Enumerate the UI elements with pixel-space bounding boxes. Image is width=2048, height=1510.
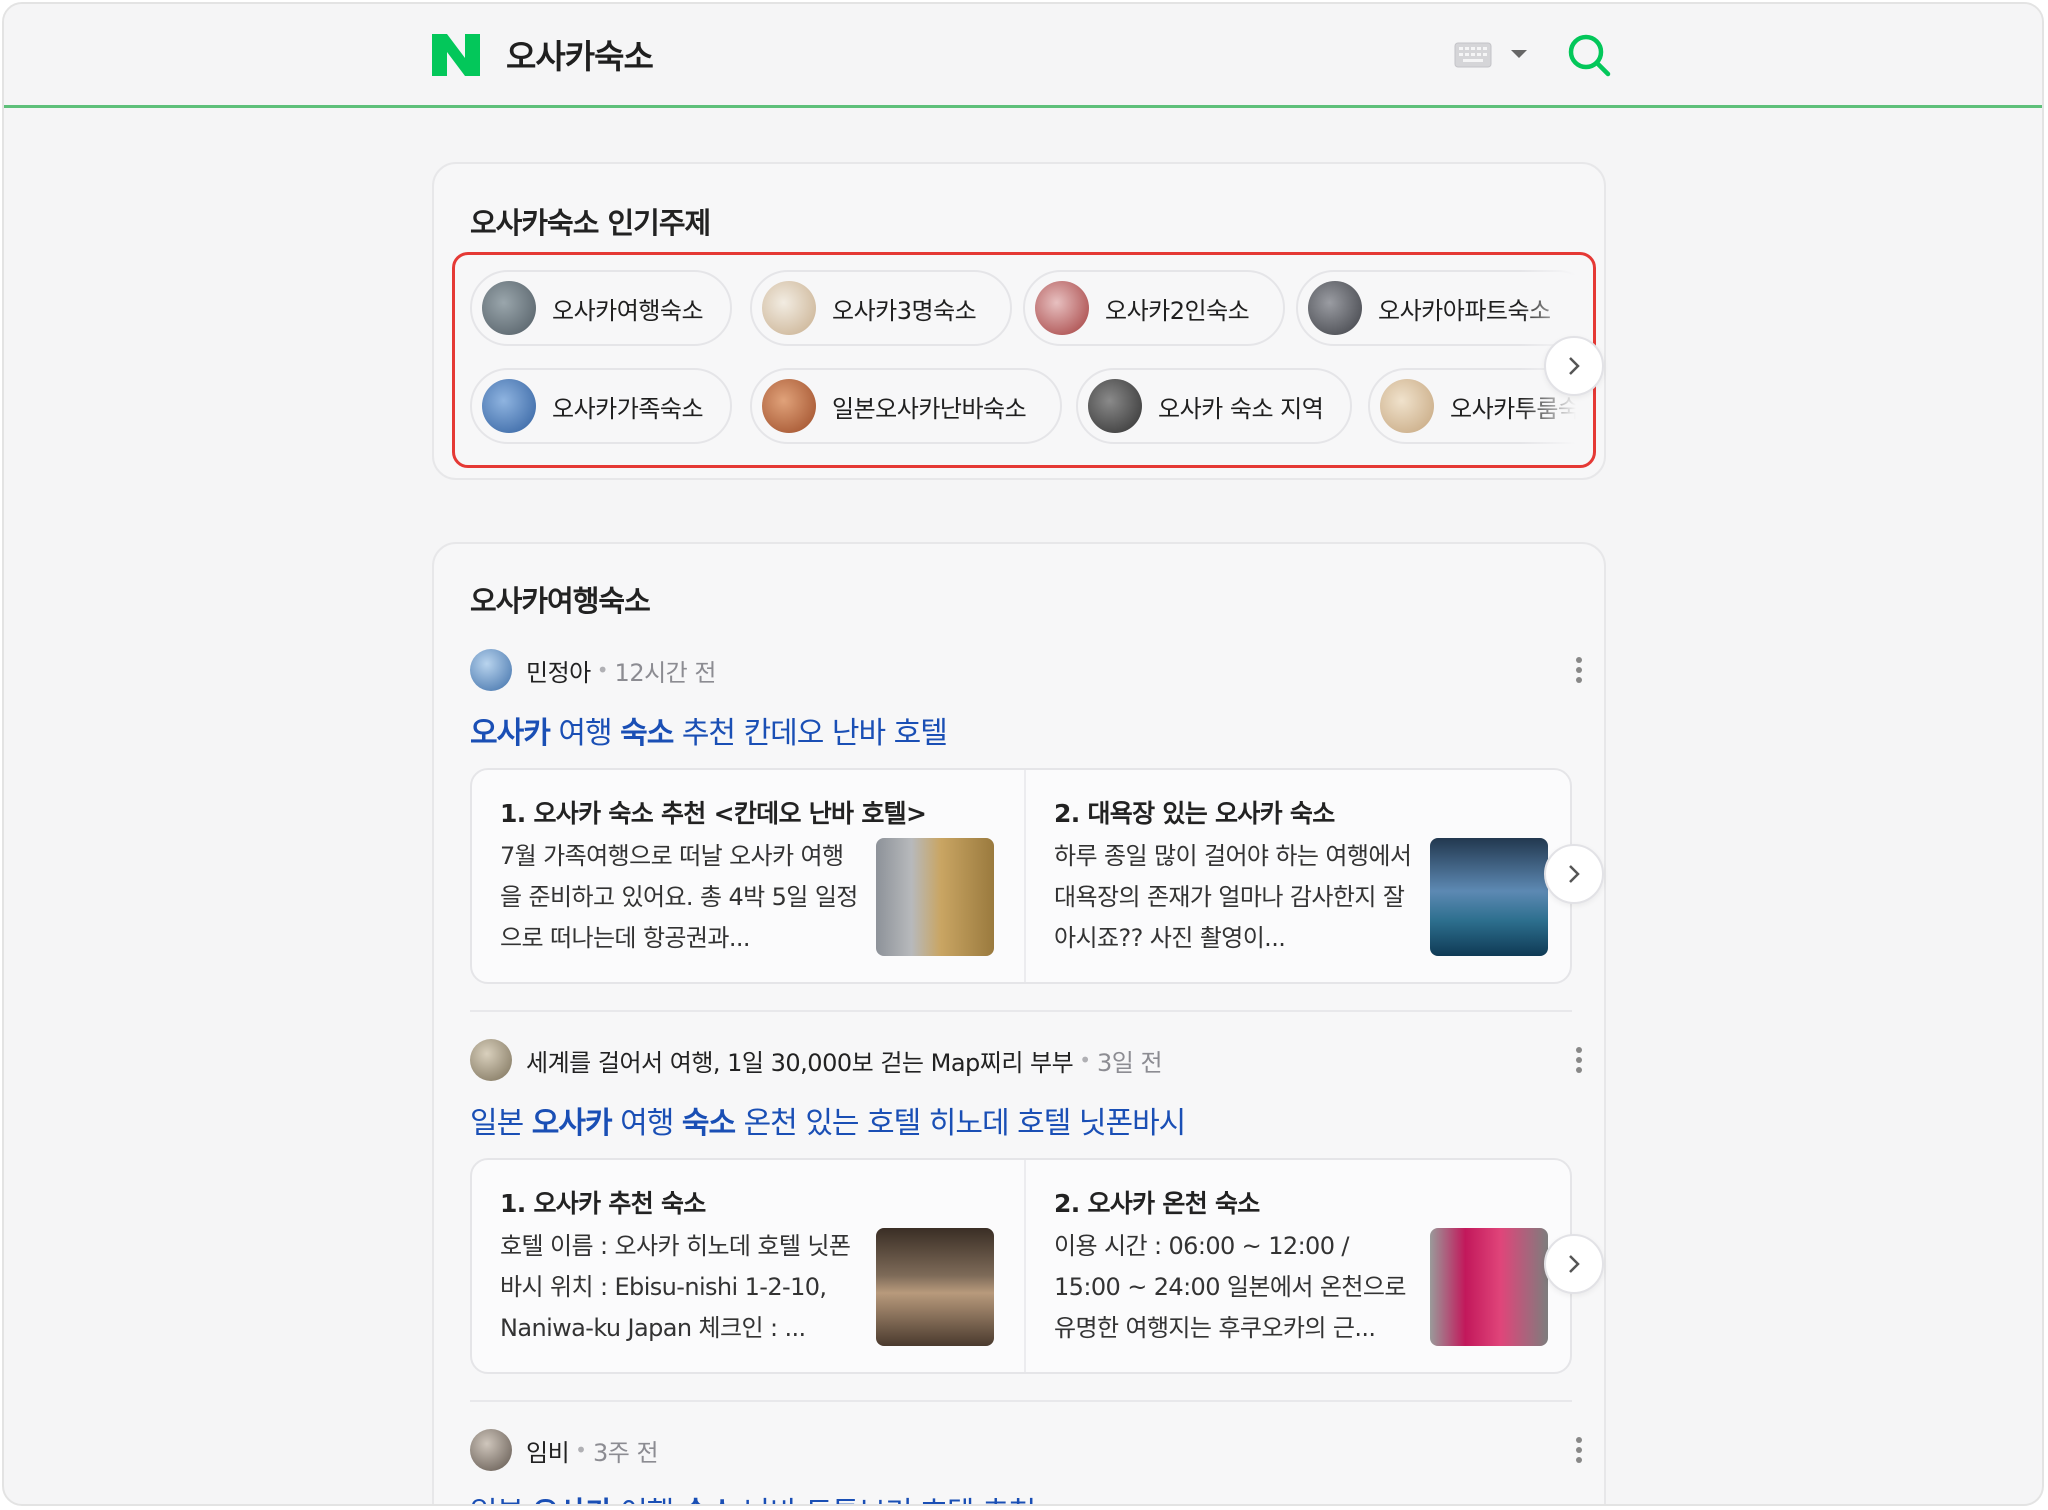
preview-item[interactable]: 2. 오사카 온천 숙소 이용 시간 : 06:00 ~ 12:00 / 15:…	[1024, 1160, 1570, 1372]
topic-chip[interactable]: 오사카가족숙소	[470, 368, 732, 444]
preview-thumbnail	[876, 1228, 994, 1346]
post-title-link[interactable]: 일본 오사카 여행 숙소 난바 도톤보리 호텔 추천	[470, 1488, 1037, 1504]
topic-thumbnail	[1380, 379, 1434, 433]
topic-chip[interactable]: 오사카여행숙소	[470, 270, 732, 346]
title-keyword: 오사카	[532, 1496, 613, 1504]
topic-row-1: 오사카여행숙소 오사카3명숙소 오사카2인숙소 오사카아파트숙소	[470, 270, 1590, 346]
title-keyword: 숙소	[682, 1496, 736, 1504]
post-author-row: 임비 • 3주 전	[470, 1428, 1582, 1472]
naver-logo[interactable]	[432, 34, 480, 76]
topic-label: 일본오사카난바숙소	[832, 394, 1027, 423]
post-preview-carousel: 1. 오사카 숙소 추천 <칸데오 난바 호텔> 7월 가족여행으로 떠날 오사…	[470, 768, 1572, 984]
popular-topics-card: 오사카숙소 인기주제 오사카여행숙소 오사카3명숙소 오사카2인숙소 오사카아파…	[432, 162, 1606, 480]
chevron-right-icon	[1569, 357, 1580, 375]
title-keyword: 숙소	[620, 716, 674, 751]
author-avatar[interactable]	[470, 1039, 512, 1081]
row-fade	[1520, 270, 1590, 346]
search-icon[interactable]	[1566, 32, 1612, 78]
post-preview-carousel: 1. 오사카 추천 숙소 호텔 이름 : 오사카 히노데 호텔 닛폰바시 위치 …	[470, 1158, 1572, 1374]
search-query[interactable]: 오사카숙소	[506, 30, 654, 78]
topic-label: 오사카3명숙소	[832, 296, 977, 325]
preview-next-button[interactable]	[1544, 1234, 1604, 1294]
title-keyword: 숙소	[681, 1106, 736, 1141]
post-time: 3주 전	[592, 1438, 659, 1467]
title-text: 일본	[470, 1106, 532, 1141]
topics-next-button[interactable]	[1544, 336, 1604, 396]
title-text: 여행	[549, 716, 621, 751]
title-keyword: 오사카	[470, 716, 551, 751]
topic-label: 오사카2인숙소	[1105, 296, 1250, 325]
preview-item[interactable]: 1. 오사카 추천 숙소 호텔 이름 : 오사카 히노데 호텔 닛폰바시 위치 …	[472, 1160, 1022, 1372]
title-text: 일본	[470, 1496, 532, 1504]
topic-thumbnail	[1088, 379, 1142, 433]
chevron-right-icon	[1569, 865, 1580, 883]
topic-thumbnail	[482, 281, 536, 335]
section-title: 오사카여행숙소	[470, 584, 651, 618]
preview-title: 1. 오사카 숙소 추천 <칸데오 난바 호텔>	[500, 799, 927, 828]
more-options-icon[interactable]	[1574, 1436, 1584, 1464]
post-time: 3일 전	[1097, 1048, 1163, 1077]
preview-text: 호텔 이름 : 오사카 히노데 호텔 닛폰바시 위치 : Ebisu-nishi…	[500, 1232, 851, 1342]
topic-thumbnail	[482, 379, 536, 433]
topic-chip[interactable]: 오사카2인숙소	[1023, 270, 1285, 346]
topic-thumbnail	[1308, 281, 1362, 335]
topic-label: 오사카여행숙소	[552, 296, 704, 325]
post-divider	[470, 1400, 1572, 1402]
topic-label: 오사카 숙소 지역	[1158, 394, 1324, 423]
topic-thumbnail	[762, 379, 816, 433]
title-keyword: 오사카	[531, 1106, 613, 1141]
search-header: 오사카숙소	[4, 4, 2042, 108]
title-text: 온천 있는 호텔 히노데 호텔 닛폰바시	[735, 1106, 1187, 1141]
preview-thumbnail	[876, 838, 994, 956]
separator-dot: •	[596, 658, 609, 682]
author-name[interactable]: 임비	[526, 1433, 570, 1468]
preview-thumbnail	[1430, 838, 1548, 956]
title-text: 여행	[612, 1496, 682, 1504]
post-title-link[interactable]: 일본 오사카 여행 숙소 온천 있는 호텔 히노데 호텔 닛폰바시	[470, 1098, 1187, 1142]
preview-thumbnail	[1430, 1228, 1548, 1346]
caret-down-icon[interactable]	[1510, 48, 1528, 60]
post-author-row: 민정아 • 12시간 전	[470, 648, 1582, 692]
post-author-row: 세계를 걸어서 여행, 1일 30,000보 걷는 Map찌리 부부 • 3일 …	[470, 1038, 1582, 1082]
preview-item[interactable]: 1. 오사카 숙소 추천 <칸데오 난바 호텔> 7월 가족여행으로 떠날 오사…	[472, 770, 1022, 982]
post-title-link[interactable]: 오사카 여행 숙소 추천 칸데오 난바 호텔	[470, 708, 948, 752]
preview-text: 7월 가족여행으로 떠날 오사카 여행을 준비하고 있어요. 총 4박 5일 일…	[500, 842, 858, 952]
post-time: 12시간 전	[614, 658, 717, 687]
separator-dot: •	[1079, 1048, 1092, 1072]
preview-text: 이용 시간 : 06:00 ~ 12:00 / 15:00 ~ 24:00 일본…	[1054, 1232, 1406, 1342]
topic-thumbnail	[762, 281, 816, 335]
browser-window: 오사카숙소 오사카숙소 인기주제 오사카여행숙소 오사카3명숙소 오사카2인숙소…	[2, 2, 2044, 1506]
post-divider	[470, 1010, 1572, 1012]
author-name[interactable]: 세계를 걸어서 여행, 1일 30,000보 걷는 Map찌리 부부	[526, 1043, 1074, 1078]
title-text: 난바 도톤보리 호텔 추천	[735, 1496, 1037, 1504]
more-options-icon[interactable]	[1574, 1046, 1584, 1074]
preview-text: 하루 종일 많이 걸어야 하는 여행에서 대욕장의 존재가 얼마나 감사한지 잘…	[1054, 842, 1412, 952]
topic-chip[interactable]: 오사카3명숙소	[750, 270, 1012, 346]
chevron-right-icon	[1569, 1255, 1580, 1273]
preview-next-button[interactable]	[1544, 844, 1604, 904]
popular-topics-title: 오사카숙소 인기주제	[470, 206, 711, 240]
topic-chip[interactable]: 오사카 숙소 지역	[1076, 368, 1352, 444]
preview-title: 2. 대욕장 있는 오사카 숙소	[1054, 799, 1335, 828]
author-avatar[interactable]	[470, 1429, 512, 1471]
title-text: 추천 칸데오 난바 호텔	[673, 716, 948, 751]
preview-item[interactable]: 2. 대욕장 있는 오사카 숙소 하루 종일 많이 걸어야 하는 여행에서 대욕…	[1024, 770, 1570, 982]
blog-results-card: 오사카여행숙소 민정아 • 12시간 전 오사카 여행 숙소 추천 칸데오 난바…	[432, 542, 1606, 1504]
topic-chip[interactable]: 일본오사카난바숙소	[750, 368, 1062, 444]
topic-row-2: 오사카가족숙소 일본오사카난바숙소 오사카 숙소 지역 오사카투룸숙소	[470, 368, 1590, 444]
author-avatar[interactable]	[470, 649, 512, 691]
preview-title: 2. 오사카 온천 숙소	[1054, 1189, 1260, 1218]
separator-dot: •	[575, 1438, 587, 1462]
title-text: 여행	[611, 1106, 682, 1141]
topic-label: 오사카가족숙소	[552, 394, 704, 423]
preview-title: 1. 오사카 추천 숙소	[500, 1189, 706, 1218]
author-name[interactable]: 민정아	[526, 653, 591, 688]
more-options-icon[interactable]	[1574, 656, 1584, 684]
keyboard-icon[interactable]	[1454, 42, 1492, 68]
topic-thumbnail	[1035, 281, 1089, 335]
